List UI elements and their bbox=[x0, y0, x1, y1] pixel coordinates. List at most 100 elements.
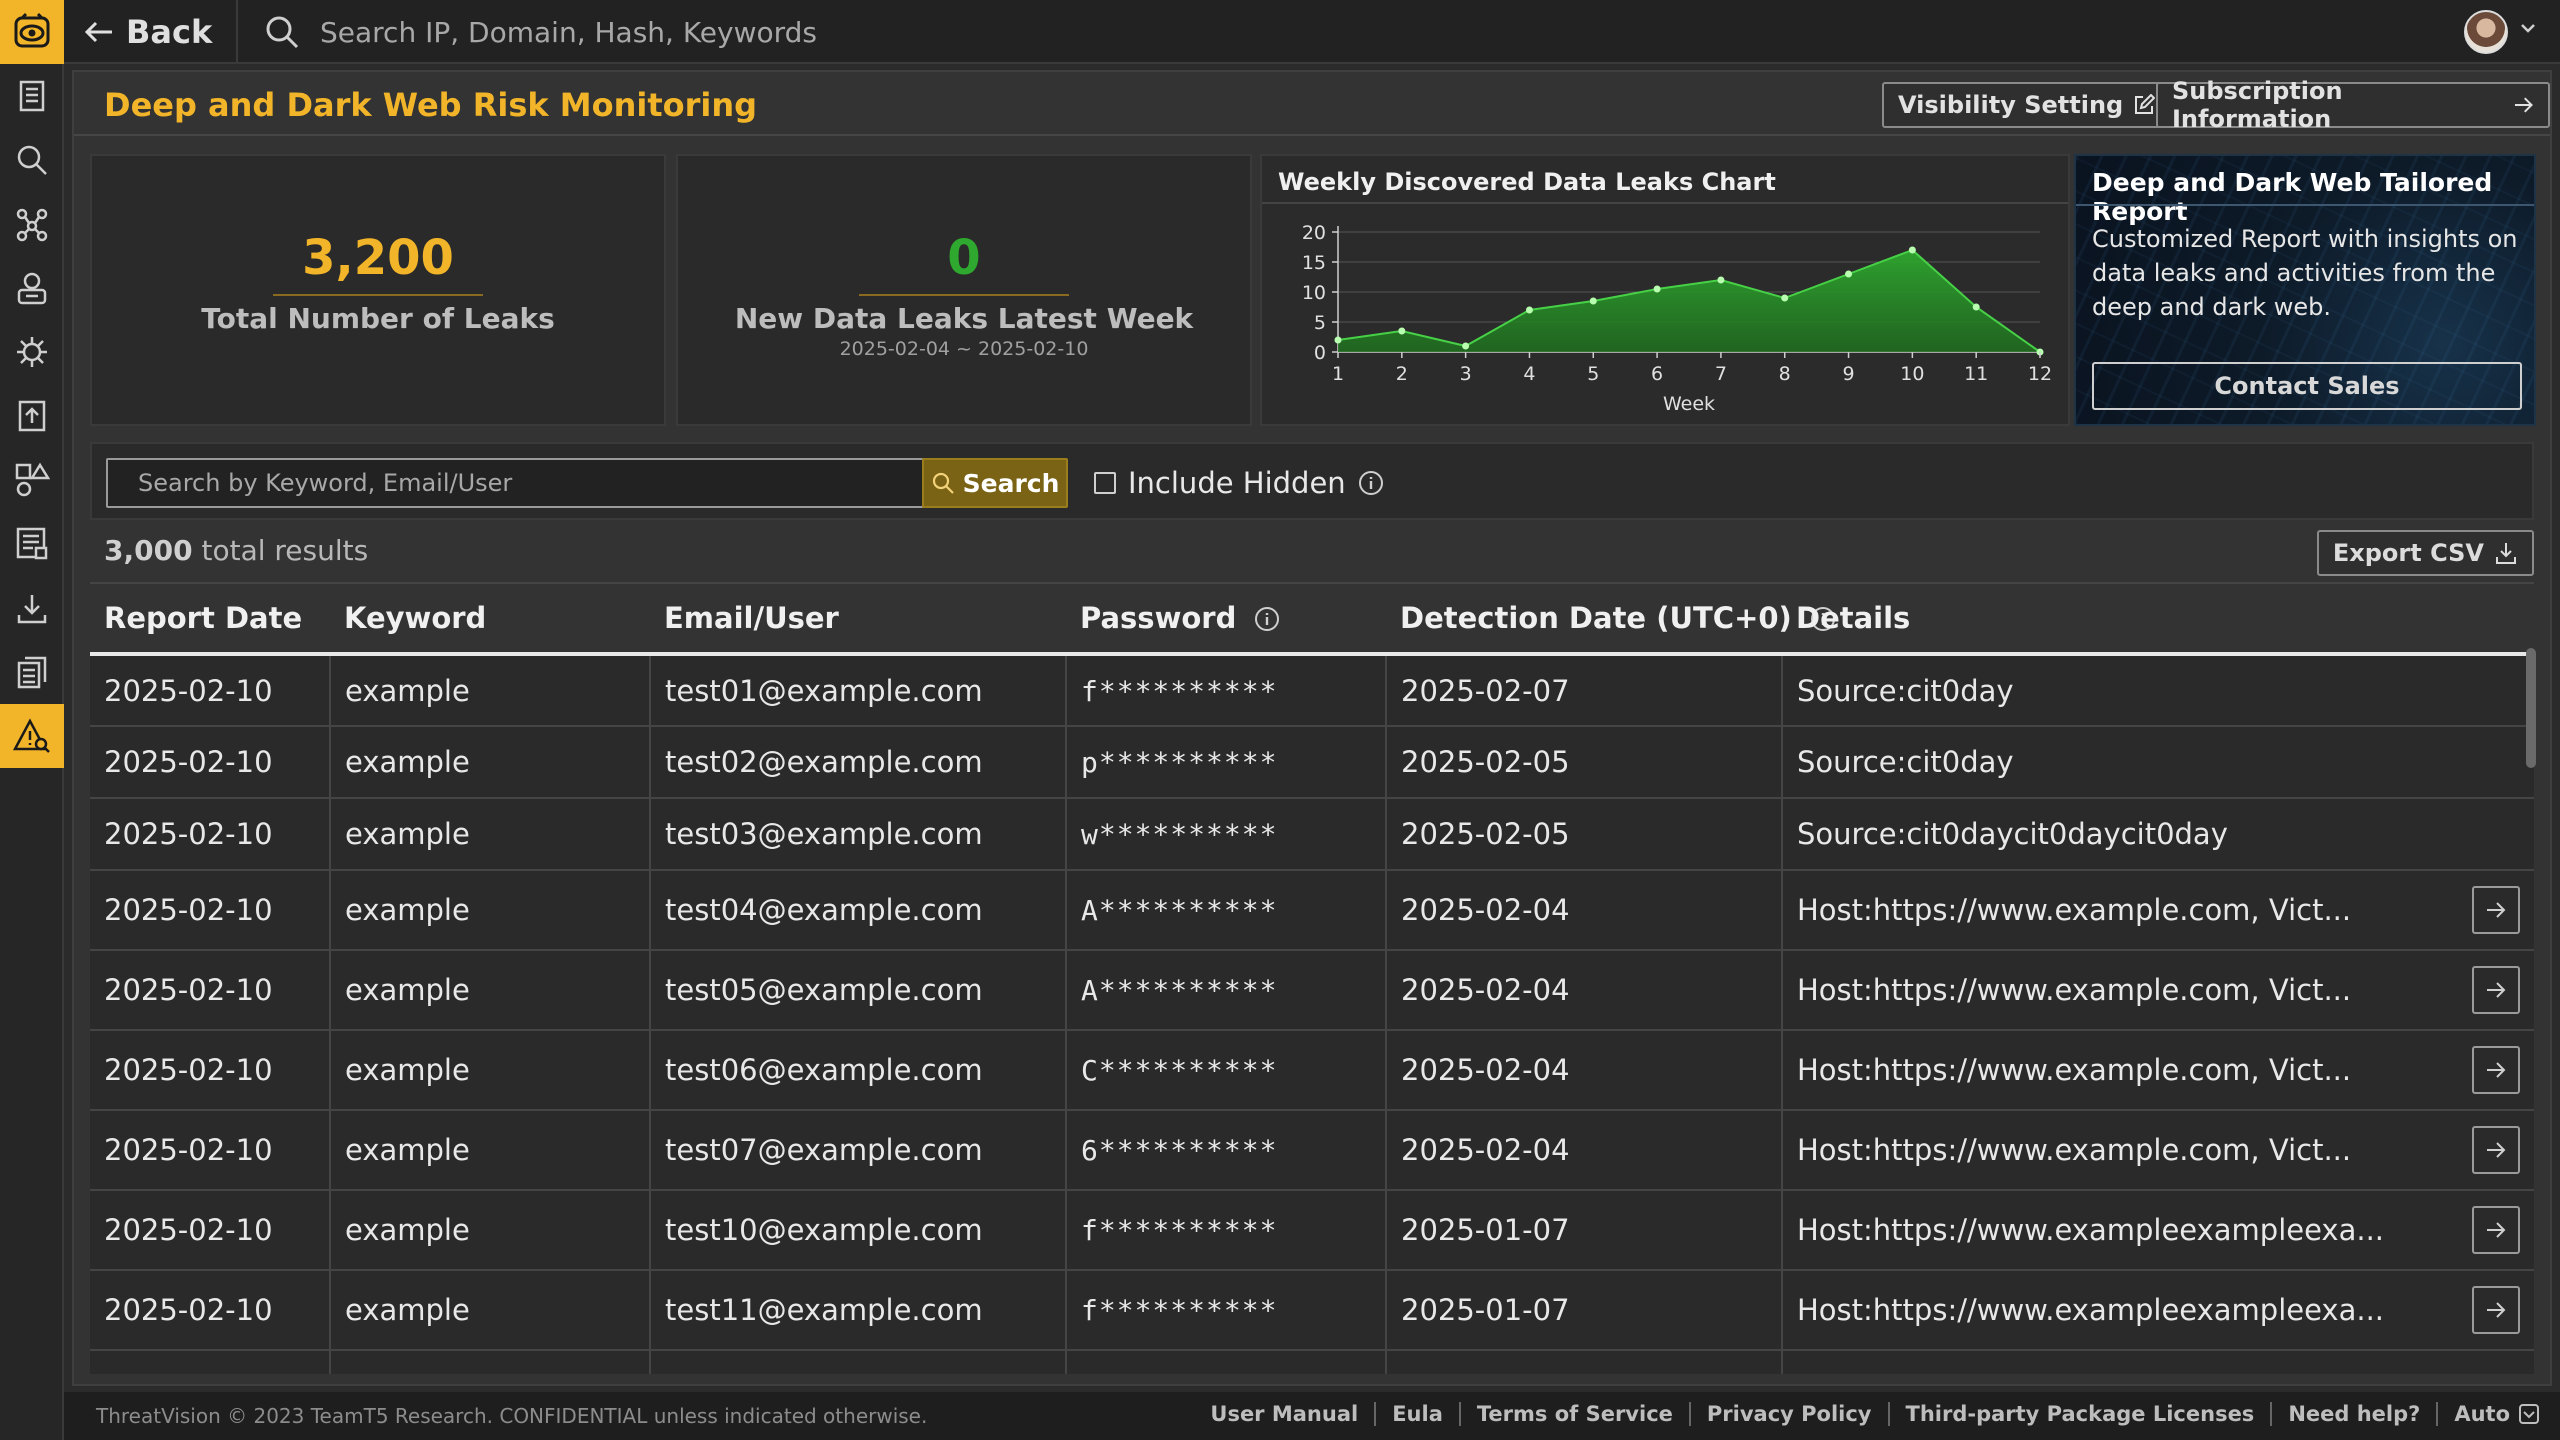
back-button[interactable]: Back bbox=[84, 0, 212, 64]
sidebar-item-graph[interactable] bbox=[0, 192, 64, 256]
password-cell-text: 6********** bbox=[1081, 1134, 1278, 1167]
sidebar-item-checklist[interactable] bbox=[0, 512, 64, 576]
new-leaks-date-range: 2025-02-04 ~ 2025-02-10 bbox=[839, 338, 1089, 360]
include-hidden-checkbox[interactable] bbox=[1094, 472, 1116, 494]
column-header-report-date[interactable]: Report Date bbox=[90, 584, 330, 656]
total-leaks-value: 3,200 bbox=[302, 230, 454, 286]
open-details-button[interactable] bbox=[2472, 886, 2520, 934]
table-row[interactable]: 2025-02-10 example test11@example.com f****… bbox=[90, 1270, 2534, 1351]
app-logo[interactable] bbox=[0, 0, 64, 64]
table-row[interactable]: 2025-02-10 example test02@example.com p****… bbox=[90, 726, 2534, 799]
password-cell-text: f********** bbox=[1081, 1214, 1278, 1247]
sidebar-item-reports[interactable] bbox=[0, 64, 64, 128]
contact-sales-button[interactable]: Contact Sales bbox=[2092, 362, 2522, 410]
sidebar-item-shapes[interactable] bbox=[0, 448, 64, 512]
graph-icon bbox=[16, 208, 48, 242]
include-hidden-toggle[interactable]: Include Hidden bbox=[1094, 466, 1384, 500]
email-cell: test11@example.com bbox=[650, 1270, 1067, 1351]
keyword-cell: example bbox=[330, 1270, 651, 1351]
global-search-input[interactable] bbox=[320, 15, 1220, 49]
detection-date-cell: 2025-02-04 bbox=[1386, 1030, 1783, 1111]
info-icon[interactable] bbox=[1254, 606, 1280, 632]
data-point bbox=[1717, 276, 1725, 284]
x-tick-label: 2 bbox=[1396, 363, 1408, 385]
column-header-detection-date[interactable]: Detection Date (UTC+0) bbox=[1386, 584, 1835, 656]
export-csv-button[interactable]: Export CSV bbox=[2316, 530, 2534, 576]
data-point bbox=[1589, 297, 1597, 305]
table-scrollbar[interactable] bbox=[2526, 648, 2536, 768]
x-tick-label: 4 bbox=[1523, 363, 1535, 385]
table-row[interactable] bbox=[90, 1350, 2534, 1374]
password-cell: A********** bbox=[1066, 950, 1387, 1031]
sidebar-item-dark-web[interactable] bbox=[0, 704, 64, 768]
footer-link-terms[interactable]: Terms of Service bbox=[1461, 1402, 1691, 1426]
sidebar-item-documents[interactable] bbox=[0, 640, 64, 704]
footer-link-eula[interactable]: Eula bbox=[1376, 1402, 1461, 1426]
data-point bbox=[1334, 336, 1342, 344]
sidebar-item-upload[interactable] bbox=[0, 384, 64, 448]
data-point bbox=[1462, 342, 1470, 350]
keyword-search-input[interactable] bbox=[106, 458, 924, 508]
report-date-cell: 2025-02-10 bbox=[90, 950, 331, 1031]
footer-link-licenses[interactable]: Third-party Package Licenses bbox=[1890, 1402, 2273, 1426]
total-leaks-card: 3,200 Total Number of Leaks bbox=[90, 154, 666, 426]
column-header-email[interactable]: Email/User bbox=[650, 584, 1066, 656]
footer-link-privacy[interactable]: Privacy Policy bbox=[1691, 1402, 1890, 1426]
open-details-button[interactable] bbox=[2472, 1206, 2520, 1254]
table-row[interactable]: 2025-02-10 example test04@example.com A****… bbox=[90, 870, 2534, 951]
subscription-information-label: Subscription Information bbox=[2172, 77, 2343, 133]
details-cell: Host:https://www.example.com, Vict... bbox=[1782, 870, 2534, 951]
theme-select[interactable]: Auto bbox=[2438, 1402, 2540, 1426]
x-tick-label: 8 bbox=[1779, 363, 1791, 385]
download-icon bbox=[17, 595, 47, 624]
open-details-button[interactable] bbox=[2472, 1286, 2520, 1334]
x-tick-label: 11 bbox=[1964, 363, 1988, 385]
table-row[interactable]: 2025-02-10 example test01@example.com f****… bbox=[90, 654, 2534, 727]
table-row[interactable]: 2025-02-10 example test03@example.com w****… bbox=[90, 798, 2534, 871]
keyword-cell: example bbox=[330, 726, 651, 799]
table-row[interactable]: 2025-02-10 example test05@example.com A****… bbox=[90, 950, 2534, 1031]
chevron-down-icon[interactable] bbox=[2518, 18, 2538, 38]
details-cell-text: Host:https://www.example.com, Vict... bbox=[1797, 1133, 2352, 1167]
visibility-setting-button[interactable]: Visibility Setting bbox=[1882, 82, 2172, 128]
details-cell-text: Host:https://www.exampleexampleexa... bbox=[1797, 1293, 2385, 1327]
info-icon[interactable] bbox=[1358, 470, 1384, 496]
total-leaks-label: Total Number of Leaks bbox=[201, 302, 555, 335]
password-cell: A********** bbox=[1066, 870, 1387, 951]
keyword-cell-text: example bbox=[345, 673, 470, 708]
open-details-button[interactable] bbox=[2472, 1126, 2520, 1174]
footer-link-help[interactable]: Need help? bbox=[2272, 1402, 2439, 1426]
open-details-button[interactable] bbox=[2472, 966, 2520, 1014]
details-cell: Host:https://www.exampleexampleexa... bbox=[1782, 1190, 2534, 1271]
open-details-button[interactable] bbox=[2472, 1046, 2520, 1094]
arrow-right-icon bbox=[2487, 1222, 2506, 1238]
table-row[interactable]: 2025-02-10 example test10@example.com f****… bbox=[90, 1190, 2534, 1271]
sidebar-item-actors[interactable] bbox=[0, 256, 64, 320]
sidebar-item-search[interactable] bbox=[0, 128, 64, 192]
column-header-password[interactable]: Password bbox=[1066, 584, 1386, 656]
search-icon bbox=[17, 145, 47, 175]
column-header-details[interactable]: Details bbox=[1782, 584, 2534, 656]
email-cell: test06@example.com bbox=[650, 1030, 1067, 1111]
table-row[interactable]: 2025-02-10 example test07@example.com 6****… bbox=[90, 1110, 2534, 1191]
keyword-cell: example bbox=[330, 1190, 651, 1271]
details-cell: Host:https://www.example.com, Vict... bbox=[1782, 1030, 2534, 1111]
data-point bbox=[1525, 306, 1533, 314]
global-search bbox=[264, 0, 1220, 64]
avatar[interactable] bbox=[2464, 10, 2508, 54]
password-cell-text: C********** bbox=[1081, 1054, 1278, 1087]
sidebar-item-malware[interactable] bbox=[0, 320, 64, 384]
checklist-icon bbox=[16, 527, 48, 560]
page-header: Deep and Dark Web Risk Monitoring Visibi… bbox=[74, 72, 2550, 136]
details-cell-text: Host:https://www.example.com, Vict... bbox=[1797, 973, 2352, 1007]
table-row[interactable]: 2025-02-10 example test06@example.com C****… bbox=[90, 1030, 2534, 1111]
details-cell-text: Host:https://www.exampleexampleexa... bbox=[1797, 1213, 2385, 1247]
subscription-information-button[interactable]: Subscription Information bbox=[2156, 77, 2550, 133]
footer-link-user-manual[interactable]: User Manual bbox=[1194, 1402, 1377, 1426]
column-header-keyword[interactable]: Keyword bbox=[330, 584, 650, 656]
x-tick-label: 10 bbox=[1900, 363, 1924, 385]
search-button[interactable]: Search bbox=[922, 458, 1068, 508]
sidebar-item-download[interactable] bbox=[0, 576, 64, 640]
divider bbox=[236, 0, 238, 64]
keyword-cell: example bbox=[330, 1110, 651, 1191]
